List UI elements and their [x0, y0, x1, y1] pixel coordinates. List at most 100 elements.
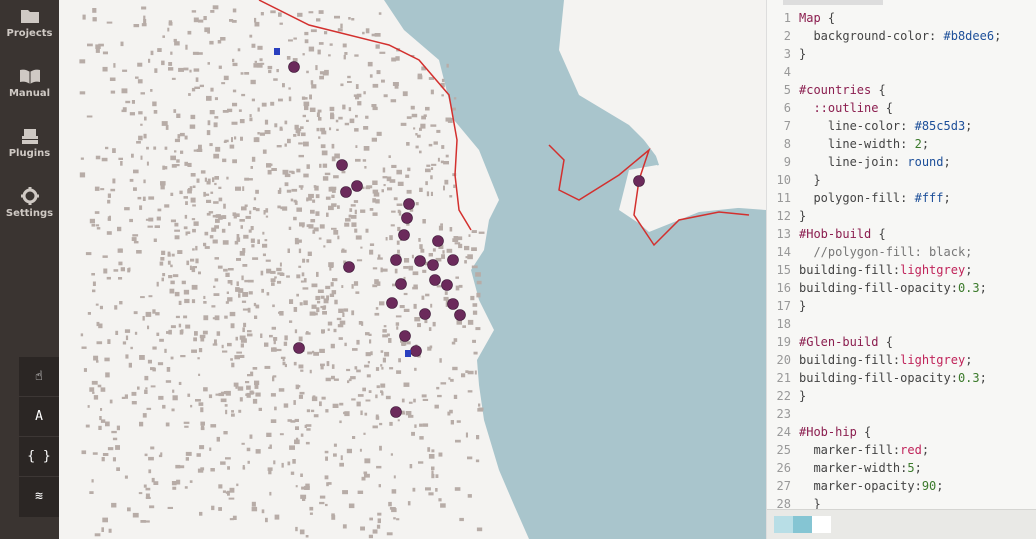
map-marker[interactable] — [633, 175, 645, 187]
code-line[interactable]: line-join: round; — [799, 153, 1036, 171]
building-block — [117, 226, 122, 232]
building-block — [203, 295, 206, 299]
code-line[interactable]: #Glen-build { — [799, 333, 1036, 351]
building-block — [350, 376, 356, 380]
building-block — [101, 457, 105, 462]
code-line[interactable] — [799, 405, 1036, 423]
building-block — [349, 118, 355, 124]
building-block — [124, 329, 131, 333]
pan-tool-button[interactable]: ☝ — [19, 357, 59, 397]
map-marker[interactable] — [288, 61, 300, 73]
building-block — [146, 161, 149, 166]
code-line[interactable]: marker-opacity:90; — [799, 477, 1036, 495]
nav-settings[interactable]: Settings — [0, 186, 59, 219]
code-line[interactable]: building-fill-opacity:0.3; — [799, 279, 1036, 297]
code-line[interactable] — [799, 315, 1036, 333]
code-line[interactable]: building-fill:lightgrey; — [799, 351, 1036, 369]
map-marker[interactable] — [401, 212, 413, 224]
map-marker[interactable] — [343, 261, 355, 273]
map-marker[interactable] — [390, 406, 402, 418]
nav-plugins[interactable]: Plugins — [0, 126, 59, 159]
code-line[interactable]: building-fill-opacity:0.3; — [799, 369, 1036, 387]
building-block — [342, 312, 345, 317]
building-block — [421, 394, 427, 398]
building-block — [320, 144, 326, 149]
building-block — [216, 436, 220, 442]
code-line[interactable]: polygon-fill: #fff; — [799, 189, 1036, 207]
code-line[interactable]: #Hob-build { — [799, 225, 1036, 243]
code-line[interactable]: Map { — [799, 9, 1036, 27]
building-block — [102, 66, 108, 72]
code-lines[interactable]: Map { background-color: #b8dee6;} #countr… — [799, 9, 1036, 513]
map-marker[interactable] — [403, 198, 415, 210]
building-block — [222, 158, 227, 163]
building-block — [187, 231, 191, 234]
building-block — [83, 368, 87, 372]
code-line[interactable] — [799, 63, 1036, 81]
color-swatch-2[interactable] — [793, 516, 812, 533]
code-line[interactable]: #countries { — [799, 81, 1036, 99]
map-marker[interactable] — [427, 259, 439, 271]
code-tool-button[interactable]: { } — [19, 437, 59, 477]
map-marker[interactable] — [414, 255, 426, 267]
building-block — [425, 106, 430, 111]
map-marker[interactable] — [399, 330, 411, 342]
building-block — [322, 72, 329, 76]
building-block — [232, 89, 237, 93]
building-block — [351, 18, 355, 21]
color-swatch-3[interactable] — [812, 516, 831, 533]
map-marker[interactable] — [454, 309, 466, 321]
building-block — [340, 455, 343, 461]
code-line[interactable]: marker-width:5; — [799, 459, 1036, 477]
code-editor[interactable]: 1 2 3 4 5 6 7 8 9 10 11 12 13 14 15 16 17 18 19 20 21 22 23 24 2… — [766, 0, 1036, 539]
map-marker[interactable] — [351, 180, 363, 192]
map-canvas[interactable] — [59, 0, 766, 539]
editor-tab[interactable] — [783, 0, 883, 5]
code-line[interactable]: building-fill:lightgrey; — [799, 261, 1036, 279]
code-line[interactable]: line-width: 2; — [799, 135, 1036, 153]
building-block — [189, 69, 192, 73]
code-line[interactable]: #Hob-hip { — [799, 423, 1036, 441]
map-marker[interactable] — [340, 186, 352, 198]
map-marker[interactable] — [395, 278, 407, 290]
building-block — [207, 62, 210, 65]
building-block — [455, 276, 459, 279]
code-line[interactable]: } — [799, 207, 1036, 225]
map-marker[interactable] — [447, 298, 459, 310]
layers-tool-button[interactable]: ≋ — [19, 477, 59, 516]
building-block — [260, 12, 264, 16]
map-marker[interactable] — [429, 274, 441, 286]
code-line[interactable]: } — [799, 171, 1036, 189]
code-line[interactable]: //polygon-fill: black; — [799, 243, 1036, 261]
building-block — [166, 331, 172, 334]
code-line[interactable]: ::outline { — [799, 99, 1036, 117]
building-block — [439, 358, 442, 363]
map-marker[interactable] — [398, 229, 410, 241]
color-swatch-1[interactable] — [774, 516, 793, 533]
nav-manual[interactable]: Manual — [0, 66, 59, 99]
code-line[interactable]: marker-fill:red; — [799, 441, 1036, 459]
map-marker[interactable] — [293, 342, 305, 354]
building-block — [256, 62, 263, 68]
map-marker[interactable] — [386, 297, 398, 309]
map-marker[interactable] — [419, 308, 431, 320]
code-line[interactable]: } — [799, 297, 1036, 315]
font-tool-button[interactable]: A — [19, 397, 59, 437]
map-marker[interactable] — [336, 159, 348, 171]
map-marker[interactable] — [447, 254, 459, 266]
building-block — [351, 398, 356, 401]
map-marker[interactable] — [390, 254, 402, 266]
map-marker[interactable] — [441, 279, 453, 291]
map-marker[interactable] — [410, 345, 422, 357]
code-line[interactable]: } — [799, 45, 1036, 63]
code-line[interactable]: } — [799, 387, 1036, 405]
building-block — [279, 433, 284, 436]
building-block — [130, 346, 133, 350]
nav-projects[interactable]: Projects — [0, 6, 59, 39]
map-marker[interactable] — [432, 235, 444, 247]
code-line[interactable]: background-color: #b8dee6; — [799, 27, 1036, 45]
building-block — [430, 303, 433, 308]
building-block — [184, 214, 188, 219]
code-line[interactable]: line-color: #85c5d3; — [799, 117, 1036, 135]
building-block — [242, 327, 245, 333]
